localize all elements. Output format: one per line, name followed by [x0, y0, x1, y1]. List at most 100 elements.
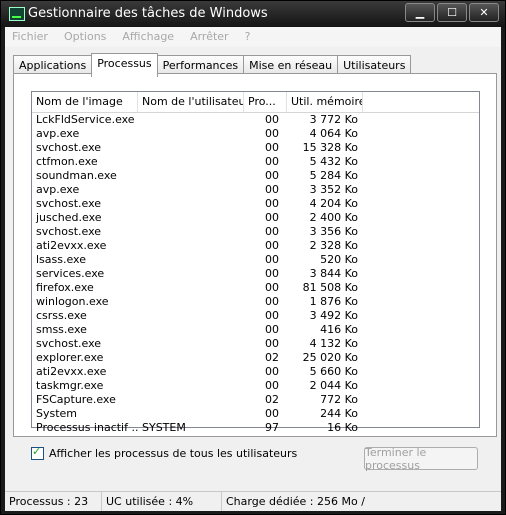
show-all-checkbox[interactable] [31, 445, 44, 460]
show-all-processes[interactable]: Afficher les processus de tous les utili… [31, 445, 297, 460]
process-row[interactable]: firefox.exe 00 81 508 Ko [32, 281, 479, 295]
process-row[interactable]: LckFldService.exe 00 3 772 Ko [32, 113, 479, 127]
process-row[interactable]: csrss.exe 00 3 492 Ko [32, 309, 479, 323]
process-row[interactable]: ati2evxx.exe 00 5 660 Ko [32, 365, 479, 379]
status-bar: Processus : 23 UC utilisée : 4% Charge d… [5, 491, 501, 511]
process-row[interactable]: Processus inactif ... SYSTEM 97 16 Ko [32, 421, 479, 435]
process-image-name: taskmgr.exe [36, 379, 104, 392]
process-image-name: services.exe [36, 267, 105, 280]
process-memory: 244 Ko [320, 407, 358, 420]
process-memory: 5 432 Ko [309, 155, 358, 168]
process-row[interactable]: ctfmon.exe 00 5 432 Ko [32, 155, 479, 169]
menu-fichier[interactable]: Fichier [5, 27, 57, 47]
process-image-name: FSCapture.exe [36, 393, 116, 406]
process-image-name: ati2evxx.exe [36, 365, 107, 378]
process-row[interactable]: svchost.exe 00 4 204 Ko [32, 197, 479, 211]
process-row[interactable]: soundman.exe 00 5 284 Ko [32, 169, 479, 183]
end-process-button[interactable]: Terminer le processus [364, 446, 478, 472]
process-user-name [138, 295, 244, 309]
processes-panel: Nom de l'image Nom de l'utilisateur Pro.… [13, 73, 497, 437]
tab-utilisateurs[interactable]: Utilisateurs [337, 55, 412, 75]
process-cpu: 00 [265, 239, 279, 252]
tab-performances[interactable]: Performances [156, 55, 245, 75]
process-row[interactable]: services.exe 00 3 844 Ko [32, 267, 479, 281]
process-image-name: lsass.exe [36, 253, 86, 266]
process-user-name [138, 407, 244, 421]
process-row[interactable]: FSCapture.exe 02 772 Ko [32, 393, 479, 407]
close-button[interactable]: ✕ [469, 3, 499, 22]
process-memory: 3 352 Ko [309, 183, 358, 196]
process-cpu: 00 [265, 323, 279, 336]
process-user-name [138, 155, 244, 169]
status-processes: Processus : 23 [5, 492, 102, 511]
column-header-memory[interactable]: Util. mémoire [287, 92, 363, 112]
process-image-name: ctfmon.exe [36, 155, 98, 168]
process-row[interactable]: winlogon.exe 00 1 876 Ko [32, 295, 479, 309]
process-row[interactable]: ati2evxx.exe 00 2 328 Ko [32, 239, 479, 253]
process-memory: 25 020 Ko [302, 351, 358, 364]
process-memory: 3 356 Ko [309, 225, 358, 238]
process-user-name [138, 197, 244, 211]
process-image-name: svchost.exe [36, 225, 102, 238]
process-image-name: svchost.exe [36, 197, 102, 210]
tab-processus[interactable]: Processus [91, 53, 158, 77]
process-row[interactable]: taskmgr.exe 00 2 044 Ko [32, 379, 479, 393]
column-header-user-name[interactable]: Nom de l'utilisateur [138, 92, 244, 112]
process-memory: 5 660 Ko [309, 365, 358, 378]
process-cpu: 00 [265, 183, 279, 196]
process-user-name: SYSTEM [142, 421, 186, 434]
process-row[interactable]: System 00 244 Ko [32, 407, 479, 421]
process-row[interactable]: svchost.exe 00 4 132 Ko [32, 337, 479, 351]
process-row[interactable]: svchost.exe 00 3 356 Ko [32, 225, 479, 239]
process-cpu: 00 [265, 155, 279, 168]
process-memory: 416 Ko [320, 323, 358, 336]
column-header-cpu[interactable]: Pro... [244, 92, 287, 112]
process-row[interactable]: svchost.exe 00 15 328 Ko [32, 141, 479, 155]
process-cpu: 00 [265, 337, 279, 350]
status-commit: Charge dédiée : 256 Mo / [226, 495, 365, 508]
process-user-name [138, 169, 244, 183]
process-user-name [138, 183, 244, 197]
process-user-name [138, 281, 244, 295]
process-memory: 3 844 Ko [309, 267, 358, 280]
process-memory: 2 044 Ko [309, 379, 358, 392]
process-cpu: 02 [265, 351, 279, 364]
tab-applications[interactable]: Applications [13, 55, 93, 75]
process-list[interactable]: Nom de l'image Nom de l'utilisateur Pro.… [31, 91, 480, 434]
process-image-name: firefox.exe [36, 281, 94, 294]
minimize-icon: ▁ [415, 6, 425, 19]
process-row[interactable]: jusched.exe 00 2 400 Ko [32, 211, 479, 225]
process-cpu: 97 [265, 421, 279, 434]
process-user-name [138, 141, 244, 155]
process-row[interactable]: avp.exe 00 4 064 Ko [32, 127, 479, 141]
process-cpu: 00 [265, 281, 279, 294]
menu-options[interactable]: Options [57, 27, 115, 47]
process-row[interactable]: smss.exe 00 416 Ko [32, 323, 479, 337]
minimize-button[interactable]: ▁ [405, 3, 435, 22]
process-memory: 4 204 Ko [309, 197, 358, 210]
menu-help[interactable]: ? [238, 27, 260, 47]
process-cpu: 00 [265, 141, 279, 154]
process-user-name [138, 253, 244, 267]
menu-arreter[interactable]: Arrêter [183, 27, 238, 47]
column-header-image-name[interactable]: Nom de l'image [32, 92, 138, 112]
process-cpu: 00 [265, 225, 279, 238]
process-cpu: 00 [265, 267, 279, 280]
process-image-name: winlogon.exe [36, 295, 109, 308]
process-image-name: explorer.exe [36, 351, 104, 364]
process-row[interactable]: lsass.exe 00 520 Ko [32, 253, 479, 267]
process-user-name [138, 127, 244, 141]
process-row[interactable]: avp.exe 00 3 352 Ko [32, 183, 479, 197]
process-memory: 2 328 Ko [309, 239, 358, 252]
tab-mise-en-reseau[interactable]: Mise en réseau [243, 55, 339, 75]
process-row[interactable]: explorer.exe 02 25 020 Ko [32, 351, 479, 365]
menu-affichage[interactable]: Affichage [115, 27, 183, 47]
process-cpu: 00 [265, 197, 279, 210]
process-cpu: 02 [265, 393, 279, 406]
task-manager-icon [9, 7, 25, 21]
process-cpu: 00 [265, 309, 279, 322]
title-bar[interactable]: Gestionnaire des tâches de Windows ▁ ☐ ✕ [1, 1, 505, 27]
maximize-button[interactable]: ☐ [437, 3, 467, 22]
tab-strip: Applications Processus Performances Mise… [13, 53, 412, 77]
process-memory: 5 284 Ko [309, 169, 358, 182]
